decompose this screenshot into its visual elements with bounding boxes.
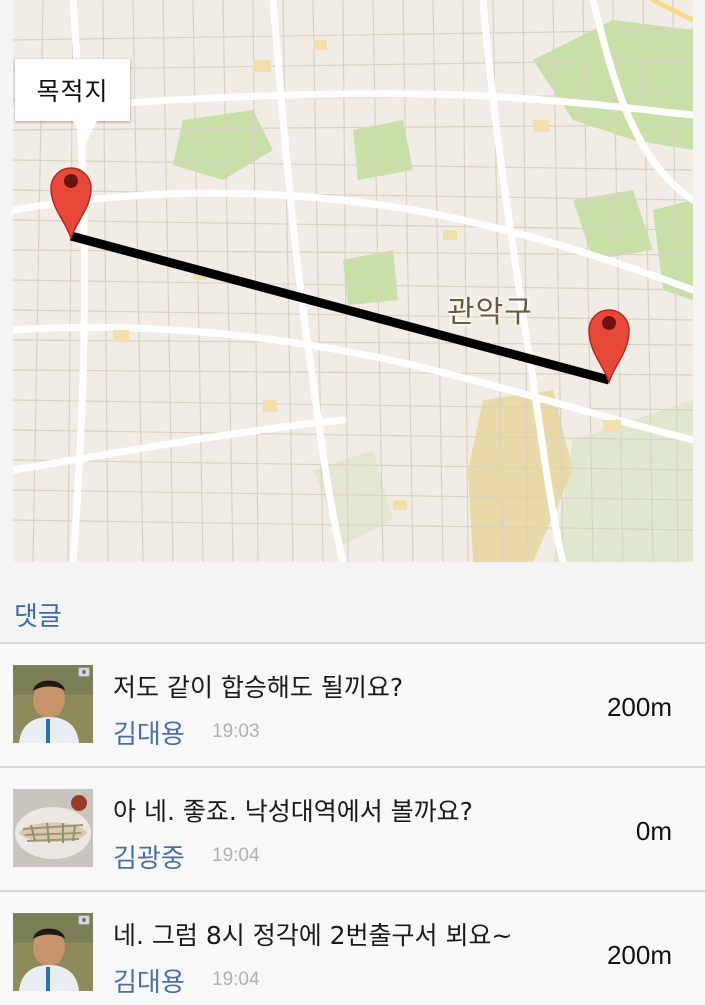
comments-section-title: 댓글 [14, 602, 62, 632]
comment-item[interactable]: 아 네. 좋죠. 낙성대역에서 볼까요? 김광중 19:04 0m [0, 768, 705, 892]
destination-label: 목적지 [36, 77, 109, 106]
comment-message: 네. 그럼 8시 정각에 2번출구서 뵈요~ [113, 921, 513, 950]
comment-item[interactable]: 저도 같이 합승해도 될끼요? 김대용 19:03 200m [0, 644, 705, 768]
comment-time: 19:04 [212, 845, 260, 866]
comment-time: 19:04 [212, 969, 260, 990]
comment-distance: 200m [606, 940, 672, 970]
comment-author[interactable]: 김대용 [113, 962, 185, 999]
comment-message: 저도 같이 합승해도 될끼요? [113, 673, 404, 702]
comment-author[interactable]: 김대용 [113, 714, 185, 751]
district-label: 관악구 [447, 295, 533, 330]
comment-distance: 200m [606, 692, 672, 722]
avatar[interactable] [13, 789, 93, 867]
comment-list: 저도 같이 합승해도 될끼요? 김대용 19:03 200m 아 네. 좋죠. … [0, 644, 705, 1005]
avatar[interactable] [13, 665, 93, 743]
comment-message: 아 네. 좋죠. 낙성대역에서 볼까요? [113, 797, 473, 826]
comment-time: 19:03 [212, 721, 260, 742]
avatar[interactable] [13, 913, 93, 991]
callout-tail [73, 121, 97, 145]
comment-item[interactable]: 네. 그럼 8시 정각에 2번출구서 뵈요~ 김대용 19:04 200m [0, 892, 705, 1005]
comment-author[interactable]: 김광중 [113, 838, 185, 875]
map-view[interactable]: 목적지 관악구 [13, 0, 693, 562]
camera-icon [78, 915, 90, 925]
camera-icon [78, 667, 90, 677]
comment-distance: 0m [635, 816, 672, 846]
destination-callout[interactable]: 목적지 [15, 59, 130, 121]
